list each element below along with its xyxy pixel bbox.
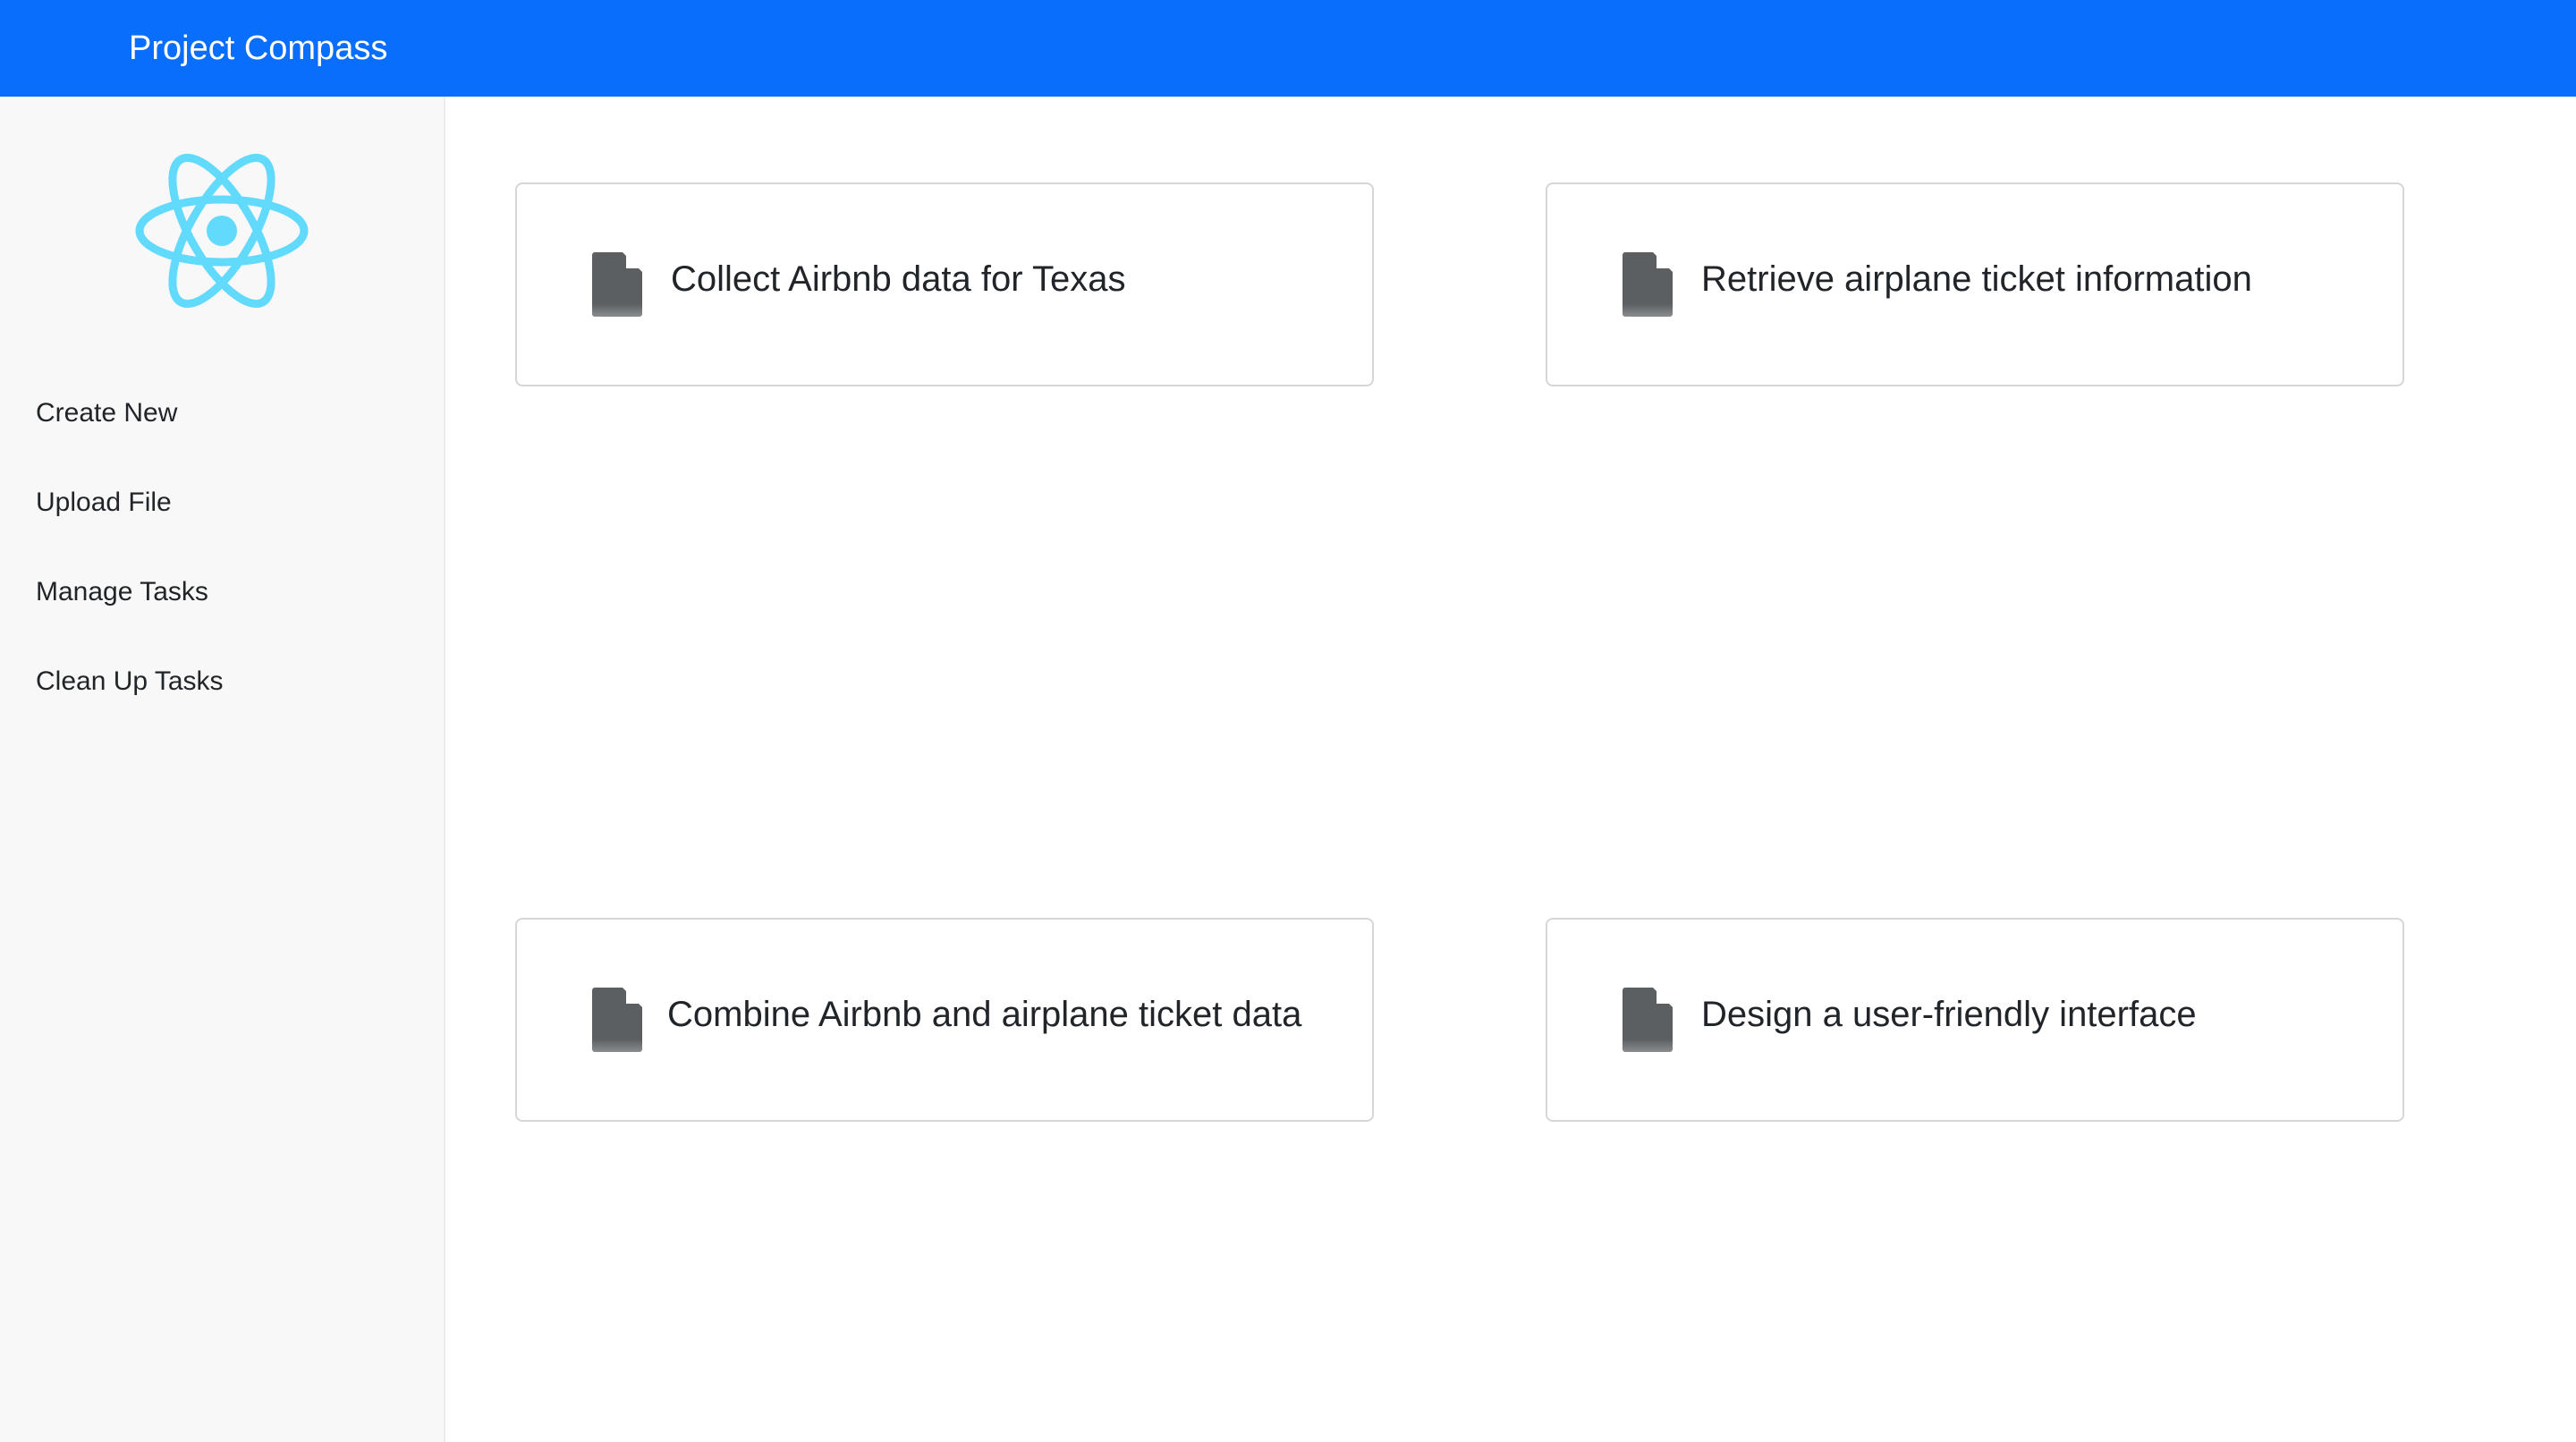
task-card-label: Combine Airbnb and airplane ticket data	[667, 995, 1302, 1034]
document-icon	[1623, 988, 1673, 1052]
main-content: Collect Airbnb data for Texas Retrieve a…	[445, 97, 2576, 1442]
sidebar-item-upload-file[interactable]: Upload File	[36, 485, 172, 521]
task-card[interactable]: Collect Airbnb data for Texas	[515, 182, 1374, 386]
app-title[interactable]: Project Compass	[129, 0, 387, 97]
task-card[interactable]: Retrieve airplane ticket information	[1546, 182, 2404, 386]
task-card-label: Collect Airbnb data for Texas	[671, 259, 1126, 299]
sidebar-item-create-new[interactable]: Create New	[36, 395, 177, 431]
task-card[interactable]: Combine Airbnb and airplane ticket data	[515, 918, 1374, 1122]
sidebar-item-manage-tasks[interactable]: Manage Tasks	[36, 574, 208, 610]
sidebar: Create New Upload File Manage Tasks Clea…	[0, 97, 445, 1442]
document-icon	[1623, 252, 1673, 317]
react-atom-icon	[135, 153, 309, 309]
task-card-label: Design a user-friendly interface	[1701, 995, 2197, 1034]
document-icon	[592, 252, 642, 317]
top-navbar: Project Compass	[0, 0, 2576, 97]
document-icon	[592, 988, 642, 1052]
task-card[interactable]: Design a user-friendly interface	[1546, 918, 2404, 1122]
sidebar-item-clean-up-tasks[interactable]: Clean Up Tasks	[36, 664, 224, 700]
task-card-label: Retrieve airplane ticket information	[1701, 259, 2252, 299]
